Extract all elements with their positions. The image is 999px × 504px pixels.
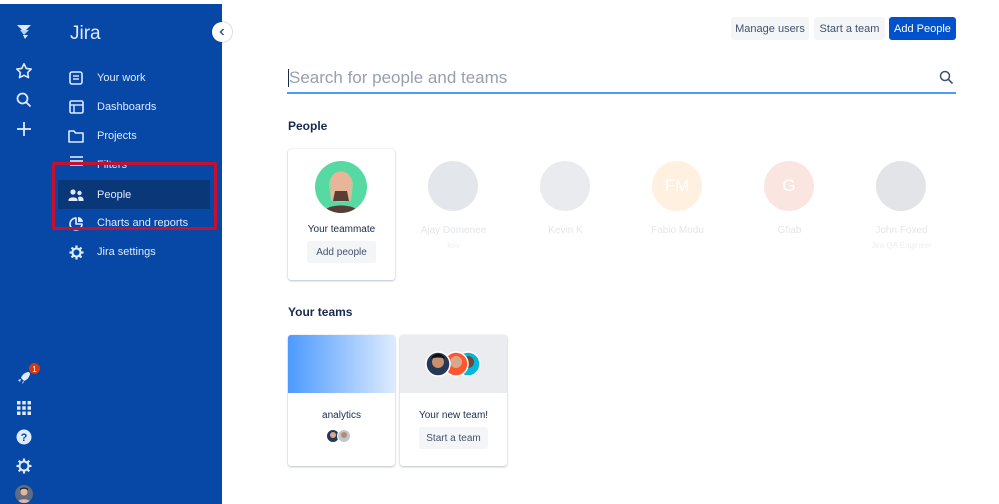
jira-logo-icon[interactable] (12, 20, 36, 44)
sidebar-item-filters[interactable]: Filters (58, 151, 210, 173)
people-card[interactable]: John Foxed Jira QA Engineer (848, 149, 955, 280)
start-team-card-button[interactable]: Start a team (419, 427, 488, 449)
team-name: analytics (322, 410, 361, 421)
sidebar-item-jira-settings[interactable]: Jira settings (58, 238, 210, 266)
people-card[interactable]: Ajay Domenee kov (400, 149, 507, 280)
start-team-button[interactable]: Start a team (814, 17, 885, 40)
person-avatar (428, 161, 478, 211)
person-subtitle: kov (447, 241, 460, 250)
global-nav: 1 ? (0, 4, 48, 504)
your-work-icon (68, 70, 84, 86)
team-member-avatars (325, 429, 355, 443)
sidebar-item-dashboards[interactable]: Dashboards (58, 93, 210, 121)
notification-badge: 1 (28, 362, 41, 375)
chevron-left-icon (219, 28, 225, 36)
manage-users-button[interactable]: Manage users (731, 17, 809, 40)
people-card[interactable]: FM Fabio Modu (624, 149, 731, 280)
team-card-new[interactable]: Your new team! Start a team (400, 335, 507, 466)
person-name: Gfiab (777, 225, 802, 236)
team-banner (400, 335, 507, 393)
search-icon[interactable] (939, 70, 954, 90)
person-name: John Foxed (875, 225, 928, 236)
search-input[interactable] (287, 64, 907, 92)
teammate-label: Your teammate (307, 224, 376, 235)
sidebar-title: Jira (70, 23, 101, 44)
person-subtitle: Jira QA Engineer (871, 241, 932, 250)
search-bar (287, 64, 956, 94)
add-people-button[interactable]: Add People (889, 17, 956, 40)
person-avatar (876, 161, 926, 211)
help-icon[interactable]: ? (12, 425, 36, 449)
people-heading: People (288, 119, 328, 133)
project-sidebar: Jira Your work Dashboards Projects Filte… (48, 4, 222, 504)
text-caret (288, 69, 289, 87)
sidebar-item-label: Jira settings (97, 246, 156, 258)
sidebar-item-people[interactable]: People (58, 180, 210, 209)
person-avatar: FM (652, 161, 702, 211)
people-card[interactable]: G Gfiab (736, 149, 843, 280)
people-icon (68, 187, 84, 203)
folder-icon (68, 128, 84, 144)
team-avatars (425, 351, 481, 377)
teams-heading: Your teams (288, 305, 353, 319)
filter-icon (68, 153, 84, 169)
person-avatar (540, 161, 590, 211)
teammate-card[interactable]: Your teammate Add people (288, 149, 395, 280)
app-switcher-icon[interactable] (12, 396, 36, 420)
add-people-card-button[interactable]: Add people (307, 241, 376, 263)
person-avatar: G (764, 161, 814, 211)
new-team-label: Your new team! (418, 410, 489, 421)
teammate-avatar (315, 161, 367, 213)
star-icon[interactable] (12, 59, 36, 83)
sidebar-item-your-work[interactable]: Your work (58, 64, 210, 92)
person-name: Fabio Modu (651, 225, 704, 236)
gear-icon (68, 244, 84, 260)
sidebar-item-label: Projects (97, 130, 137, 142)
user-avatar[interactable] (15, 485, 33, 503)
person-name: Kevin K (548, 225, 583, 236)
sidebar-item-label: Your work (97, 72, 146, 84)
settings-icon[interactable] (12, 454, 36, 478)
team-banner (288, 335, 395, 393)
dashboard-icon (68, 99, 84, 115)
person-name: Ajay Domenee (420, 225, 487, 236)
sidebar-item-charts-and-reports[interactable]: Charts and reports (58, 209, 210, 237)
sidebar-item-label: Charts and reports (97, 217, 189, 229)
search-icon[interactable] (12, 88, 36, 112)
plus-icon[interactable] (12, 117, 36, 141)
people-card[interactable]: Kevin K (512, 149, 619, 280)
team-card-analytics[interactable]: analytics (288, 335, 395, 466)
chart-icon (68, 215, 84, 231)
sidebar-item-label: Dashboards (97, 101, 157, 113)
svg-text:?: ? (21, 432, 28, 444)
sidebar-item-label: Filters (97, 159, 127, 171)
sidebar-item-label: People (97, 188, 132, 201)
sidebar-item-projects[interactable]: Projects (58, 122, 210, 150)
collapse-sidebar-button[interactable] (212, 22, 232, 42)
